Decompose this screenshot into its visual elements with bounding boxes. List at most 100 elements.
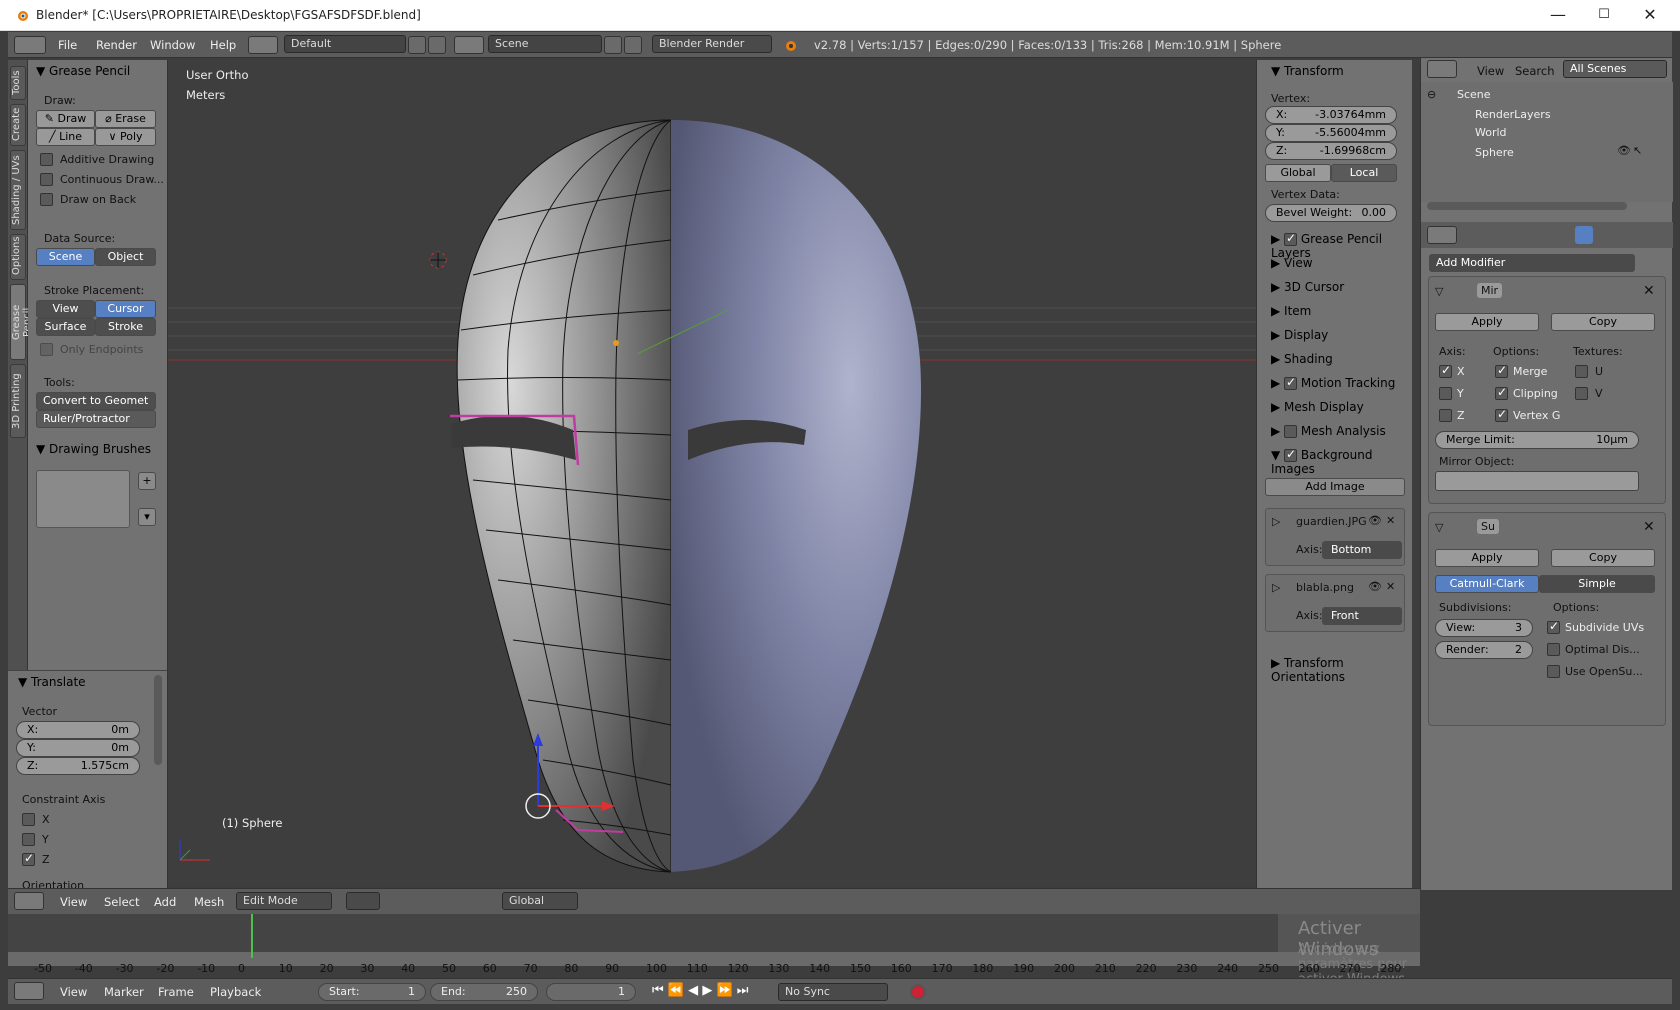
tab-tools[interactable]: Tools: [10, 66, 26, 100]
play-icon[interactable]: ▶: [702, 983, 712, 998]
outliner-scrollbar[interactable]: [1427, 202, 1627, 210]
draw-on-back-checkbox[interactable]: [40, 193, 53, 206]
translate-y-field[interactable]: Y: 0m: [16, 739, 140, 757]
tl-menu-frame[interactable]: Frame: [158, 985, 194, 999]
eye-icon[interactable]: 👁: [1368, 514, 1382, 527]
constraint-x-checkbox[interactable]: [22, 813, 35, 826]
prev-key-icon[interactable]: ⏪: [668, 983, 684, 998]
bg-image-2-axis-select[interactable]: Front: [1322, 607, 1402, 625]
constraint-z-checkbox[interactable]: [22, 851, 35, 866]
mirror-copy-button[interactable]: Copy: [1551, 313, 1655, 331]
end-frame-field[interactable]: End: 250: [430, 983, 538, 1001]
section-background-images[interactable]: ▼ Background Images: [1271, 447, 1412, 476]
clipping-checkbox[interactable]: [1495, 385, 1508, 400]
draw-button[interactable]: ✎ Draw: [36, 110, 95, 128]
tab-create[interactable]: Create: [10, 104, 26, 146]
properties-editor-icon[interactable]: [1427, 226, 1457, 244]
continuous-draw-checkbox[interactable]: [40, 173, 53, 186]
mirror-object-field[interactable]: [1435, 471, 1639, 491]
vp-menu-view[interactable]: View: [60, 895, 87, 909]
3d-cursor-icon[interactable]: [429, 251, 447, 269]
tl-menu-view[interactable]: View: [60, 985, 87, 999]
motion-tracking-checkbox[interactable]: [1284, 375, 1298, 390]
subsurf-render-field[interactable]: Render: 2: [1435, 641, 1533, 659]
only-endpoints-checkbox[interactable]: [40, 343, 53, 356]
poly-button[interactable]: ∨ Poly: [95, 128, 156, 146]
translate-z-field[interactable]: Z: 1.575cm: [16, 757, 140, 775]
scene-expand-icon[interactable]: ⊖: [1427, 88, 1436, 101]
tl-menu-playback[interactable]: Playback: [210, 985, 261, 999]
current-frame-field[interactable]: 1: [546, 983, 636, 1001]
playback-controls[interactable]: ⏮ ⏪ ◀ ▶ ⏩ ⏭: [652, 983, 748, 998]
tl-menu-marker[interactable]: Marker: [104, 985, 144, 999]
simple-toggle[interactable]: Simple: [1539, 575, 1655, 593]
subsurf-copy-button[interactable]: Copy: [1551, 549, 1655, 567]
tree-world[interactable]: World: [1475, 126, 1507, 139]
timeline-canvas[interactable]: [8, 914, 1420, 966]
global-toggle[interactable]: Global: [1265, 164, 1331, 182]
section-view[interactable]: ▶ View: [1271, 256, 1313, 270]
placement-cursor[interactable]: Cursor: [95, 300, 156, 318]
outliner-view-menu[interactable]: View: [1477, 64, 1504, 78]
mirror-z-checkbox[interactable]: [1439, 409, 1452, 422]
use-opensubdiv-checkbox[interactable]: [1547, 665, 1560, 678]
add-modifier-select[interactable]: Add Modifier: [1429, 254, 1635, 272]
vertex-y-field[interactable]: Y: -5.56004mm: [1265, 124, 1397, 142]
erase-button[interactable]: ⌀ Erase: [95, 110, 156, 128]
remove-mirror-icon[interactable]: ✕: [1643, 283, 1655, 299]
transform-panel-toggle[interactable]: ▼ Transform: [1271, 64, 1344, 78]
translate-toggle[interactable]: ▼ Translate: [18, 675, 86, 689]
outliner-display-select[interactable]: All Scenes: [1563, 60, 1667, 78]
tab-3d-printing[interactable]: 3D Printing: [10, 364, 26, 438]
remove-image-1-icon[interactable]: ✕: [1386, 514, 1395, 527]
grease-pencil-panel-toggle[interactable]: ▼ Grease Pencil: [36, 64, 130, 78]
record-icon[interactable]: [910, 984, 926, 1000]
tree-renderlayers[interactable]: RenderLayers: [1475, 108, 1551, 121]
outliner-search-menu[interactable]: Search: [1515, 64, 1555, 78]
start-frame-field[interactable]: Start: 1: [318, 983, 426, 1001]
optimal-display-checkbox[interactable]: [1547, 643, 1560, 656]
drawing-brushes-toggle[interactable]: ▼ Drawing Brushes: [36, 442, 151, 456]
tree-scene[interactable]: Scene: [1457, 88, 1491, 101]
editor-type-icon[interactable]: [14, 36, 46, 54]
visibility-eye-icon[interactable]: 👁: [1617, 144, 1631, 157]
add-layout-icon[interactable]: [408, 36, 426, 54]
data-source-scene[interactable]: Scene: [36, 248, 95, 266]
remove-subsurf-icon[interactable]: ✕: [1643, 519, 1655, 535]
eye-icon[interactable]: 👁: [1368, 580, 1382, 593]
modifier-wrench-icon[interactable]: [1575, 226, 1593, 244]
tab-grease-pencil[interactable]: Grease Pencil: [10, 284, 33, 360]
placement-stroke[interactable]: Stroke: [95, 318, 156, 336]
remove-image-2-icon[interactable]: ✕: [1386, 580, 1395, 593]
section-mesh-display[interactable]: ▶ Mesh Display: [1271, 400, 1364, 414]
brushes-list[interactable]: [36, 470, 130, 528]
play-reverse-icon[interactable]: ◀: [688, 983, 698, 998]
section-motion-tracking[interactable]: ▶ Motion Tracking: [1271, 375, 1395, 390]
line-button[interactable]: ╱ Line: [36, 128, 95, 146]
placement-view[interactable]: View: [36, 300, 95, 318]
vertex-groups-checkbox[interactable]: [1495, 407, 1508, 422]
menu-help[interactable]: Help: [210, 38, 236, 52]
timeline[interactable]: Activer Windows Accédez aux paramètres p…: [8, 914, 1420, 987]
vertex-x-field[interactable]: X: -3.03764mm: [1265, 106, 1397, 124]
remove-scene-icon[interactable]: [624, 36, 642, 54]
selectable-cursor-icon[interactable]: ↖: [1633, 144, 1642, 157]
convert-to-geometry-button[interactable]: Convert to Geomet: [36, 392, 156, 410]
texture-u-checkbox[interactable]: [1575, 365, 1588, 378]
3d-viewport[interactable]: User Ortho Meters (1) Sphere: [168, 60, 1256, 886]
grease-layers-checkbox[interactable]: [1284, 231, 1298, 246]
shading-select[interactable]: [346, 892, 380, 910]
section-shading[interactable]: ▶ Shading: [1271, 352, 1333, 366]
tab-options[interactable]: Options: [10, 234, 26, 280]
mirror-apply-button[interactable]: Apply: [1435, 313, 1539, 331]
menu-render[interactable]: Render: [96, 38, 137, 52]
tab-shading-uvs[interactable]: Shading / UVs: [10, 150, 26, 230]
bg-image-2-expand[interactable]: ▷: [1272, 581, 1280, 594]
section-item[interactable]: ▶ Item: [1271, 304, 1311, 318]
orientation-select[interactable]: Global: [502, 892, 578, 910]
layout-icon[interactable]: [248, 36, 278, 54]
constraint-y-checkbox[interactable]: [22, 833, 35, 846]
add-image-button[interactable]: Add Image: [1265, 478, 1405, 496]
vertex-z-field[interactable]: Z: -1.69968cm: [1265, 142, 1397, 160]
brush-menu-button[interactable]: ▾: [138, 508, 156, 526]
